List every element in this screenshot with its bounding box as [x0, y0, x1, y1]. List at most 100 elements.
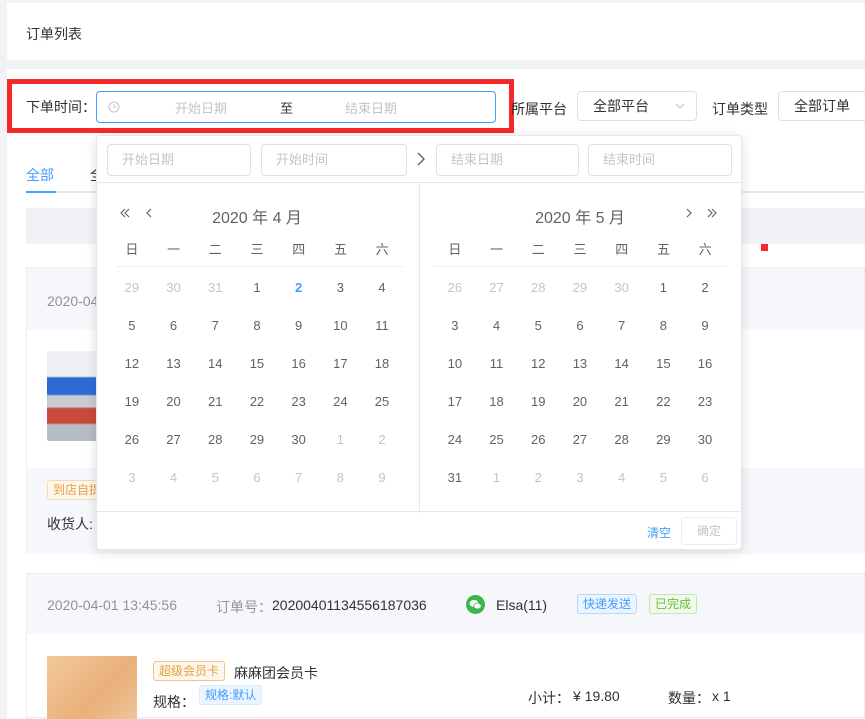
picker-end-date-input[interactable]: 结束日期: [436, 144, 579, 176]
calendar-day[interactable]: 31: [194, 280, 236, 295]
calendar-day[interactable]: 25: [361, 394, 403, 409]
platform-select[interactable]: 全部平台: [577, 91, 697, 121]
calendar-day[interactable]: 1: [236, 280, 278, 295]
calendar-day[interactable]: 16: [684, 356, 726, 371]
calendar-day[interactable]: 4: [601, 470, 643, 485]
calendar-day[interactable]: 4: [361, 280, 403, 295]
calendar-day[interactable]: 30: [684, 432, 726, 447]
calendar-day[interactable]: 13: [559, 356, 601, 371]
calendar-day[interactable]: 27: [153, 432, 195, 447]
calendar-day[interactable]: 2: [684, 280, 726, 295]
calendar-day[interactable]: 28: [517, 280, 559, 295]
calendar-day[interactable]: 4: [476, 318, 518, 333]
calendar-day[interactable]: 27: [476, 280, 518, 295]
calendar-day[interactable]: 19: [517, 394, 559, 409]
calendar-day[interactable]: 21: [194, 394, 236, 409]
calendar-day[interactable]: 8: [320, 470, 362, 485]
calendar-day[interactable]: 29: [643, 432, 685, 447]
calendar-day[interactable]: 7: [601, 318, 643, 333]
calendar-day[interactable]: 13: [153, 356, 195, 371]
calendar-day[interactable]: 7: [194, 318, 236, 333]
calendar-day[interactable]: 17: [434, 394, 476, 409]
calendar-day[interactable]: 3: [559, 470, 601, 485]
calendar-day[interactable]: 5: [517, 318, 559, 333]
calendar-day[interactable]: 3: [111, 470, 153, 485]
calendar-day[interactable]: 14: [601, 356, 643, 371]
next-month-icon[interactable]: [684, 206, 694, 222]
calendar-day[interactable]: 7: [278, 470, 320, 485]
order-2-customer[interactable]: Elsa(11): [496, 597, 547, 613]
calendar-day[interactable]: 22: [643, 394, 685, 409]
calendar-day[interactable]: 15: [236, 356, 278, 371]
calendar-day[interactable]: 27: [559, 432, 601, 447]
calendar-day[interactable]: 19: [111, 394, 153, 409]
calendar-day[interactable]: 28: [194, 432, 236, 447]
picker-end-time-input[interactable]: 结束时间: [588, 144, 732, 176]
calendar-day[interactable]: 31: [434, 470, 476, 485]
calendar-day[interactable]: 6: [559, 318, 601, 333]
calendar-day[interactable]: 1: [320, 432, 362, 447]
order-type-select[interactable]: 全部订单: [778, 91, 865, 121]
calendar-day[interactable]: 3: [434, 318, 476, 333]
calendar-day[interactable]: 20: [153, 394, 195, 409]
calendar-day[interactable]: 12: [111, 356, 153, 371]
calendar-day[interactable]: 26: [111, 432, 153, 447]
calendar-day[interactable]: 9: [278, 318, 320, 333]
calendar-day[interactable]: 30: [601, 280, 643, 295]
calendar-day[interactable]: 6: [153, 318, 195, 333]
calendar-day[interactable]: 23: [684, 394, 726, 409]
calendar-day[interactable]: 24: [434, 432, 476, 447]
calendar-day[interactable]: 17: [320, 356, 362, 371]
calendar-day[interactable]: 12: [517, 356, 559, 371]
calendar-day[interactable]: 22: [236, 394, 278, 409]
calendar-day[interactable]: 23: [278, 394, 320, 409]
calendar-day[interactable]: 30: [278, 432, 320, 447]
calendar-day[interactable]: 9: [361, 470, 403, 485]
calendar-day[interactable]: 16: [278, 356, 320, 371]
weekday-label: 二: [531, 242, 545, 257]
calendar-day[interactable]: 4: [153, 470, 195, 485]
calendar-day[interactable]: 2: [361, 432, 403, 447]
calendar-day[interactable]: 9: [684, 318, 726, 333]
calendar-day[interactable]: 5: [643, 470, 685, 485]
calendar-day[interactable]: 25: [476, 432, 518, 447]
clear-button[interactable]: 清空: [647, 524, 671, 541]
calendar-day[interactable]: 18: [476, 394, 518, 409]
calendar-day[interactable]: 30: [153, 280, 195, 295]
calendar-day[interactable]: 28: [601, 432, 643, 447]
calendar-day[interactable]: 24: [320, 394, 362, 409]
calendar-day[interactable]: 29: [559, 280, 601, 295]
calendar-day[interactable]: 8: [643, 318, 685, 333]
picker-start-time-input[interactable]: 开始时间: [261, 144, 407, 176]
next-year-icon[interactable]: [706, 206, 718, 222]
calendar-day[interactable]: 8: [236, 318, 278, 333]
calendar-day[interactable]: 1: [476, 470, 518, 485]
calendar-day[interactable]: 2: [278, 280, 320, 295]
calendar-day[interactable]: 6: [236, 470, 278, 485]
calendar-day[interactable]: 15: [643, 356, 685, 371]
weekday-label: 六: [375, 242, 389, 257]
calendar-day[interactable]: 26: [434, 280, 476, 295]
calendar-day[interactable]: 6: [684, 470, 726, 485]
calendar-day[interactable]: 11: [476, 356, 518, 371]
calendar-day[interactable]: 2: [517, 470, 559, 485]
calendar-day[interactable]: 14: [194, 356, 236, 371]
picker-start-date-input[interactable]: 开始日期: [107, 144, 251, 176]
order-2-qty-label: 数量：: [668, 690, 710, 706]
calendar-day[interactable]: 29: [236, 432, 278, 447]
calendar-day[interactable]: 29: [111, 280, 153, 295]
tab-all[interactable]: 全部: [26, 165, 54, 185]
calendar-day[interactable]: 10: [320, 318, 362, 333]
calendar-day[interactable]: 21: [601, 394, 643, 409]
calendar-day[interactable]: 1: [643, 280, 685, 295]
calendar-day[interactable]: 5: [111, 318, 153, 333]
picker-end-date-placeholder: 结束日期: [451, 152, 504, 167]
calendar-day[interactable]: 18: [361, 356, 403, 371]
calendar-day[interactable]: 26: [517, 432, 559, 447]
calendar-day[interactable]: 20: [559, 394, 601, 409]
confirm-button[interactable]: 确定: [681, 517, 737, 545]
calendar-day[interactable]: 3: [320, 280, 362, 295]
calendar-day[interactable]: 10: [434, 356, 476, 371]
calendar-day[interactable]: 11: [361, 318, 403, 333]
calendar-day[interactable]: 5: [194, 470, 236, 485]
